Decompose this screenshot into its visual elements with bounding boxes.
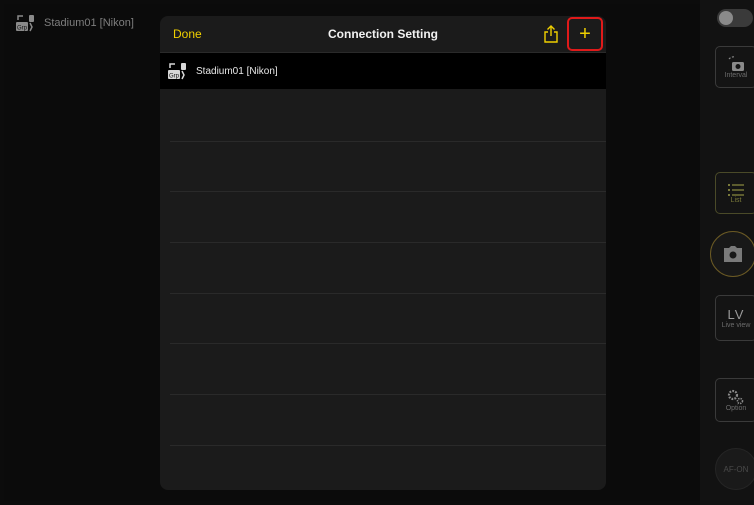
- interval-label: Interval: [724, 71, 748, 79]
- connection-row-label: Stadium01 [Nikon]: [196, 65, 278, 77]
- gear-icon: [727, 389, 744, 404]
- mode-toggle[interactable]: [717, 9, 753, 27]
- add-connection-button[interactable]: +: [567, 17, 603, 51]
- option-button[interactable]: Option: [715, 378, 754, 422]
- row-divider: [170, 242, 606, 243]
- option-label: Option: [725, 404, 747, 412]
- background-connection-name: Stadium01 [Nikon]: [44, 17, 134, 29]
- row-divider: [170, 191, 606, 192]
- modal-header: Done Connection Setting +: [160, 16, 606, 53]
- af-on-button[interactable]: AF-ON: [715, 448, 754, 490]
- row-divider: [170, 293, 606, 294]
- svg-text:Grp: Grp: [17, 26, 28, 32]
- modal-title: Connection Setting: [328, 27, 438, 41]
- connection-row[interactable]: Grp Stadium01 [Nikon]: [160, 53, 606, 89]
- list-button[interactable]: List: [715, 172, 754, 214]
- right-control-rail: Interval List LV Live view Option AF-ON: [700, 0, 754, 505]
- share-icon[interactable]: [543, 25, 559, 43]
- live-view-button[interactable]: LV Live view: [715, 295, 754, 341]
- interval-camera-icon: [728, 55, 744, 71]
- row-divider: [170, 141, 606, 142]
- af-on-label: AF-ON: [723, 464, 749, 474]
- connection-setting-modal: Done Connection Setting + Grp Stadium01 …: [160, 16, 606, 490]
- camera-icon: [724, 246, 742, 262]
- row-divider: [170, 394, 606, 395]
- list-icon: [728, 183, 744, 196]
- svg-text:Grp: Grp: [169, 74, 180, 80]
- interval-button[interactable]: Interval: [715, 46, 754, 88]
- plus-icon: +: [579, 23, 591, 45]
- group-camera-icon: Grp: [168, 63, 186, 80]
- background-header: Grp Stadium01 [Nikon]: [16, 14, 134, 32]
- list-label: List: [730, 196, 742, 204]
- lv-label: LV: [727, 306, 745, 322]
- group-camera-icon: Grp: [16, 15, 34, 32]
- row-divider: [170, 445, 606, 446]
- shutter-button[interactable]: [710, 231, 754, 277]
- live-view-label: Live view: [721, 321, 751, 329]
- row-divider: [170, 343, 606, 344]
